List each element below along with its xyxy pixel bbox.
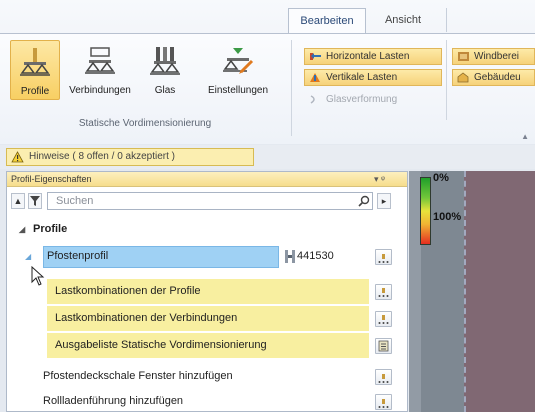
building-label: Gebäudeu — [474, 72, 521, 83]
report-icon — [378, 340, 389, 352]
profile-properties-panel: Profil-Eigenschaften ▾ ᵠ ▲ ▸ ◢ Profile ◢… — [6, 171, 408, 412]
ribbon-group-label: Statische Vordimensionierung — [78, 118, 212, 129]
row-pfostenprofil-button[interactable] — [375, 249, 392, 265]
tab-bearbeiten[interactable]: Bearbeiten — [288, 8, 366, 34]
vertical-loads-icon — [310, 73, 320, 82]
row-output-list[interactable]: Ausgabeliste Statische Vordimensionierun… — [47, 333, 369, 358]
ribbon-group-separator-2 — [446, 40, 447, 120]
horizontal-loads-label: Horizontale Lasten — [326, 51, 410, 62]
glass-deformation-icon — [310, 95, 315, 104]
ribbon-tabbar: Bearbeiten Ansicht — [0, 0, 535, 34]
row-load-combinations-connections-button[interactable] — [375, 311, 392, 327]
row-load-combinations-profiles-label: Lastkombinationen der Profile — [55, 285, 201, 297]
row-load-combinations-profiles-button[interactable] — [375, 284, 392, 300]
vertical-loads-button[interactable]: Vertikale Lasten — [304, 69, 442, 86]
row-output-list-button[interactable] — [375, 338, 392, 354]
row-add-mullion-cover-button[interactable] — [375, 369, 392, 385]
glass-button[interactable]: Glas — [140, 40, 190, 100]
tab-ansicht[interactable]: Ansicht — [366, 8, 440, 34]
collapse-triangle-icon[interactable]: ◢ — [19, 217, 25, 242]
ellipsis-icon — [378, 399, 389, 408]
notice-strip: Hinweise ( 8 offen / 0 akzeptiert ) — [0, 145, 535, 169]
collapse-all-button[interactable]: ▲ — [11, 193, 25, 209]
horizontal-loads-icon — [310, 53, 321, 60]
connections-button[interactable]: Verbindungen — [64, 40, 136, 100]
wind-zone-label: Windberei — [474, 51, 520, 62]
horizontal-loads-button[interactable]: Horizontale Lasten — [304, 48, 442, 65]
glass-button-label: Glas — [154, 85, 176, 96]
row-add-mullion-cover[interactable]: Pfostendeckschale Fenster hinzufügen — [7, 364, 407, 389]
building-icon — [457, 72, 469, 83]
glass-deformation-button[interactable]: Glasverformung — [304, 91, 442, 108]
ellipsis-icon — [378, 254, 389, 263]
profile-section-icon — [285, 250, 295, 263]
connections-button-label: Verbindungen — [69, 85, 131, 96]
ribbon-expand-icon[interactable]: ▲ — [521, 132, 529, 141]
search-icon[interactable] — [358, 195, 370, 207]
tab-separator — [446, 8, 447, 32]
profile-button[interactable]: Profile — [10, 40, 60, 100]
model-canvas[interactable] — [464, 171, 535, 412]
row-add-shutter-guide-button[interactable] — [375, 394, 392, 410]
section-profile-label: Profile — [33, 223, 68, 235]
mouse-cursor-icon — [31, 266, 45, 286]
glass-icon — [150, 47, 180, 75]
row-pfostenprofil[interactable]: ◢ Pfostenprofil 441530 — [7, 244, 407, 269]
wind-zone-button[interactable]: Windberei — [452, 48, 535, 65]
chevron-up-icon: ▲ — [13, 196, 23, 206]
glass-deformation-label: Glasverformung — [326, 94, 398, 105]
hints-notice-label: Hinweise ( 8 offen / 0 akzeptiert ) — [29, 151, 175, 162]
search-row: ▲ ▸ — [7, 190, 407, 212]
panel-title: Profil-Eigenschaften — [11, 174, 92, 184]
profile-icon — [20, 48, 50, 76]
settings-button-label: Einstellungen — [207, 85, 269, 96]
row-add-mullion-cover-label: Pfostendeckschale Fenster hinzufügen — [43, 370, 233, 382]
wind-zone-icon — [458, 52, 469, 61]
hints-notice[interactable]: Hinweise ( 8 offen / 0 akzeptiert ) — [6, 148, 254, 166]
dropdown-icon: ▸ — [381, 196, 387, 206]
row-output-list-label: Ausgabeliste Statische Vordimensionierun… — [55, 339, 267, 351]
profile-button-label: Profile — [20, 86, 50, 97]
ellipsis-icon — [378, 374, 389, 383]
connections-icon — [85, 47, 115, 74]
filter-button[interactable] — [28, 193, 42, 209]
row-load-combinations-connections[interactable]: Lastkombinationen der Verbindungen — [47, 306, 369, 331]
section-profile[interactable]: ◢ Profile — [7, 217, 407, 242]
search-options-button[interactable]: ▸ — [377, 193, 391, 209]
vertical-loads-label: Vertikale Lasten — [326, 72, 398, 83]
ellipsis-icon — [378, 288, 389, 297]
panel-title-bar: Profil-Eigenschaften ▾ ᵠ — [7, 172, 407, 187]
ribbon-group-separator — [291, 40, 292, 136]
scale-max-label: 100% — [433, 211, 462, 223]
settings-button[interactable]: Einstellungen — [200, 40, 276, 100]
row-pfostenprofil-label: Pfostenprofil — [47, 250, 109, 262]
utilization-color-scale — [420, 177, 431, 245]
row-add-shutter-guide-label: Rollladenführung hinzufügen — [43, 395, 184, 407]
filter-icon — [30, 196, 40, 206]
building-button[interactable]: Gebäudeu — [452, 69, 535, 86]
warning-icon — [11, 151, 24, 163]
ellipsis-icon — [378, 315, 389, 324]
result-view[interactable]: 0% 100% — [409, 171, 535, 412]
row-add-shutter-guide[interactable]: Rollladenführung hinzufügen — [7, 389, 407, 412]
panel-pin-icon[interactable]: ▾ ᵠ — [374, 172, 385, 186]
row-load-combinations-connections-label: Lastkombinationen der Verbindungen — [55, 312, 238, 324]
row-load-combinations-profiles[interactable]: Lastkombinationen der Profile — [47, 279, 369, 304]
row-pfostenprofil-value[interactable]: 441530 — [297, 244, 334, 269]
search-input[interactable] — [47, 192, 373, 210]
scale-min-label: 0% — [433, 172, 449, 184]
settings-icon — [223, 48, 254, 74]
ribbon: Bearbeiten Ansicht Profile Verbindungen — [0, 0, 535, 144]
